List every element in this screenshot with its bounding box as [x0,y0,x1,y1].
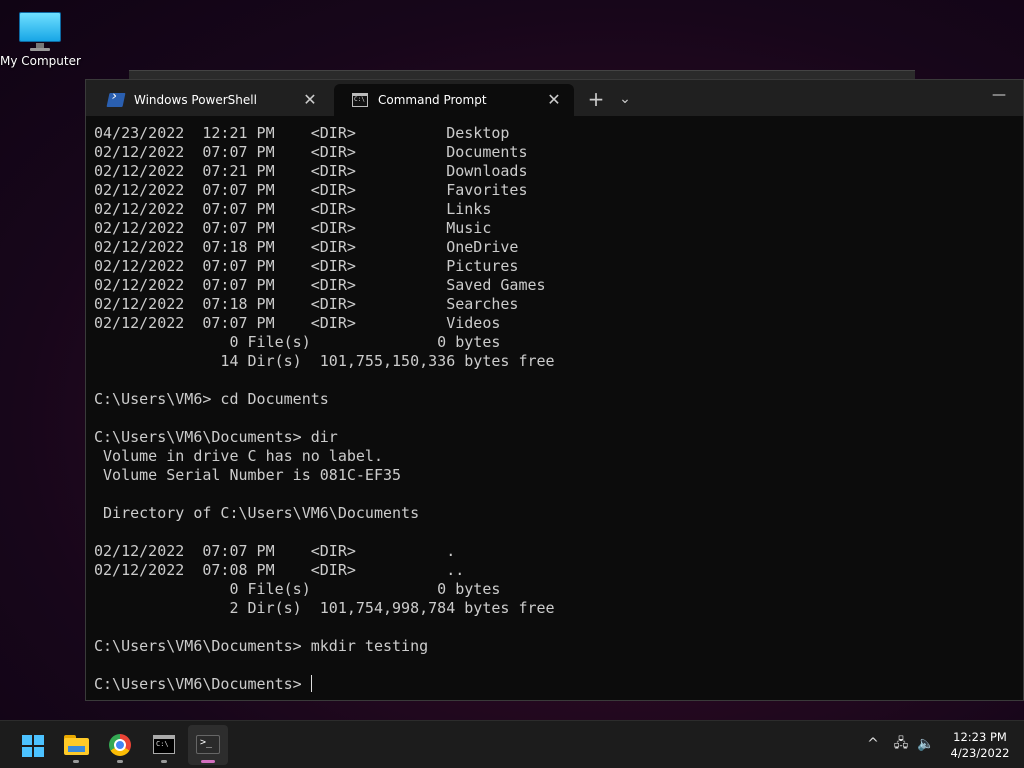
terminal-icon [196,735,220,754]
text-cursor [310,675,312,692]
desktop-icon-my-computer[interactable]: My Computer [0,8,81,68]
tab-command-prompt[interactable]: Command Prompt ✕ [334,84,574,116]
console-line: 02/12/2022 07:21 PM <DIR> Downloads [94,162,528,180]
cmd-icon [153,735,175,754]
tab-windows-powershell[interactable]: Windows PowerShell ✕ [90,84,330,116]
console-line: 04/23/2022 12:21 PM <DIR> Desktop [94,124,510,142]
taskbar-command-prompt[interactable] [144,725,184,765]
tab-label: Command Prompt [378,93,487,107]
running-indicator [161,760,167,763]
command-prompt-text: C:\Users\VM6\Documents> [94,675,311,693]
clock[interactable]: 12:23 PM 4/23/2022 [942,729,1018,761]
console-line: C:\Users\VM6> cd Documents [94,390,329,408]
console-line: 02/12/2022 07:07 PM <DIR> Links [94,200,492,218]
tab-label: Windows PowerShell [134,93,257,107]
console-line: 02/12/2022 07:07 PM <DIR> Videos [94,314,501,332]
console-line: 02/12/2022 07:07 PM <DIR> Favorites [94,181,528,199]
console-line: 02/12/2022 07:07 PM <DIR> Saved Games [94,276,546,294]
cmd-icon [352,93,368,107]
console-line: 02/12/2022 07:07 PM <DIR> Pictures [94,257,519,275]
console-line: 02/12/2022 07:18 PM <DIR> OneDrive [94,238,519,256]
new-tab-button[interactable]: + [582,86,610,112]
windows-logo-icon [22,735,44,757]
close-icon[interactable]: ✕ [544,90,564,110]
console-line: 02/12/2022 07:07 PM <DIR> . [94,542,456,560]
folder-icon [64,735,89,755]
network-icon[interactable]: 🖧 [891,733,911,755]
taskbar-file-explorer[interactable] [56,725,96,765]
console-line: 2 Dir(s) 101,754,998,784 bytes free [94,599,555,617]
close-icon[interactable]: ✕ [300,90,320,110]
tab-bar: Windows PowerShell ✕ Command Prompt ✕ + … [86,80,1023,116]
console-line: 0 File(s) 0 bytes [94,333,501,351]
console-line: C:\Users\VM6\Documents> mkdir testing [94,637,429,655]
taskbar-windows-terminal[interactable] [188,725,228,765]
taskbar: ^ 🖧 🔈 12:23 PM 4/23/2022 [0,720,1024,768]
running-indicator [73,760,79,763]
console-line: Volume Serial Number is 081C-EF35 [94,466,402,484]
console-line: 02/12/2022 07:07 PM <DIR> Documents [94,143,528,161]
running-indicator [117,760,123,763]
desktop-icon-label: My Computer [0,54,81,68]
console-line: 14 Dir(s) 101,755,150,336 bytes free [94,352,555,370]
console-line: Directory of C:\Users\VM6\Documents [94,504,420,522]
console-output[interactable]: 04/23/2022 12:21 PM <DIR> Desktop 02/12/2… [94,124,1023,700]
show-hidden-icons-chevron-icon[interactable]: ^ [863,733,883,755]
clock-time: 12:23 PM [953,730,1007,744]
taskbar-chrome[interactable] [100,725,140,765]
console-prompt-line[interactable]: C:\Users\VM6\Documents> [94,675,1023,694]
console-line: Volume in drive C has no label. [94,447,383,465]
clock-date: 4/23/2022 [950,746,1010,760]
console-line: 0 File(s) 0 bytes [94,580,501,598]
console-line: 02/12/2022 07:07 PM <DIR> Music [94,219,492,237]
chevron-down-icon[interactable]: ⌄ [614,86,636,112]
minimize-button[interactable]: — [987,82,1011,108]
active-indicator [201,760,215,763]
console-line: C:\Users\VM6\Documents> dir [94,428,338,446]
volume-icon[interactable]: 🔈 [915,733,937,755]
powershell-icon [106,93,126,107]
console-line: 02/12/2022 07:08 PM <DIR> .. [94,561,465,579]
monitor-icon [19,12,61,51]
console-line: 02/12/2022 07:18 PM <DIR> Searches [94,295,519,313]
start-button[interactable] [12,725,52,765]
chrome-icon [109,734,131,756]
terminal-window: Windows PowerShell ✕ Command Prompt ✕ + … [85,79,1024,701]
